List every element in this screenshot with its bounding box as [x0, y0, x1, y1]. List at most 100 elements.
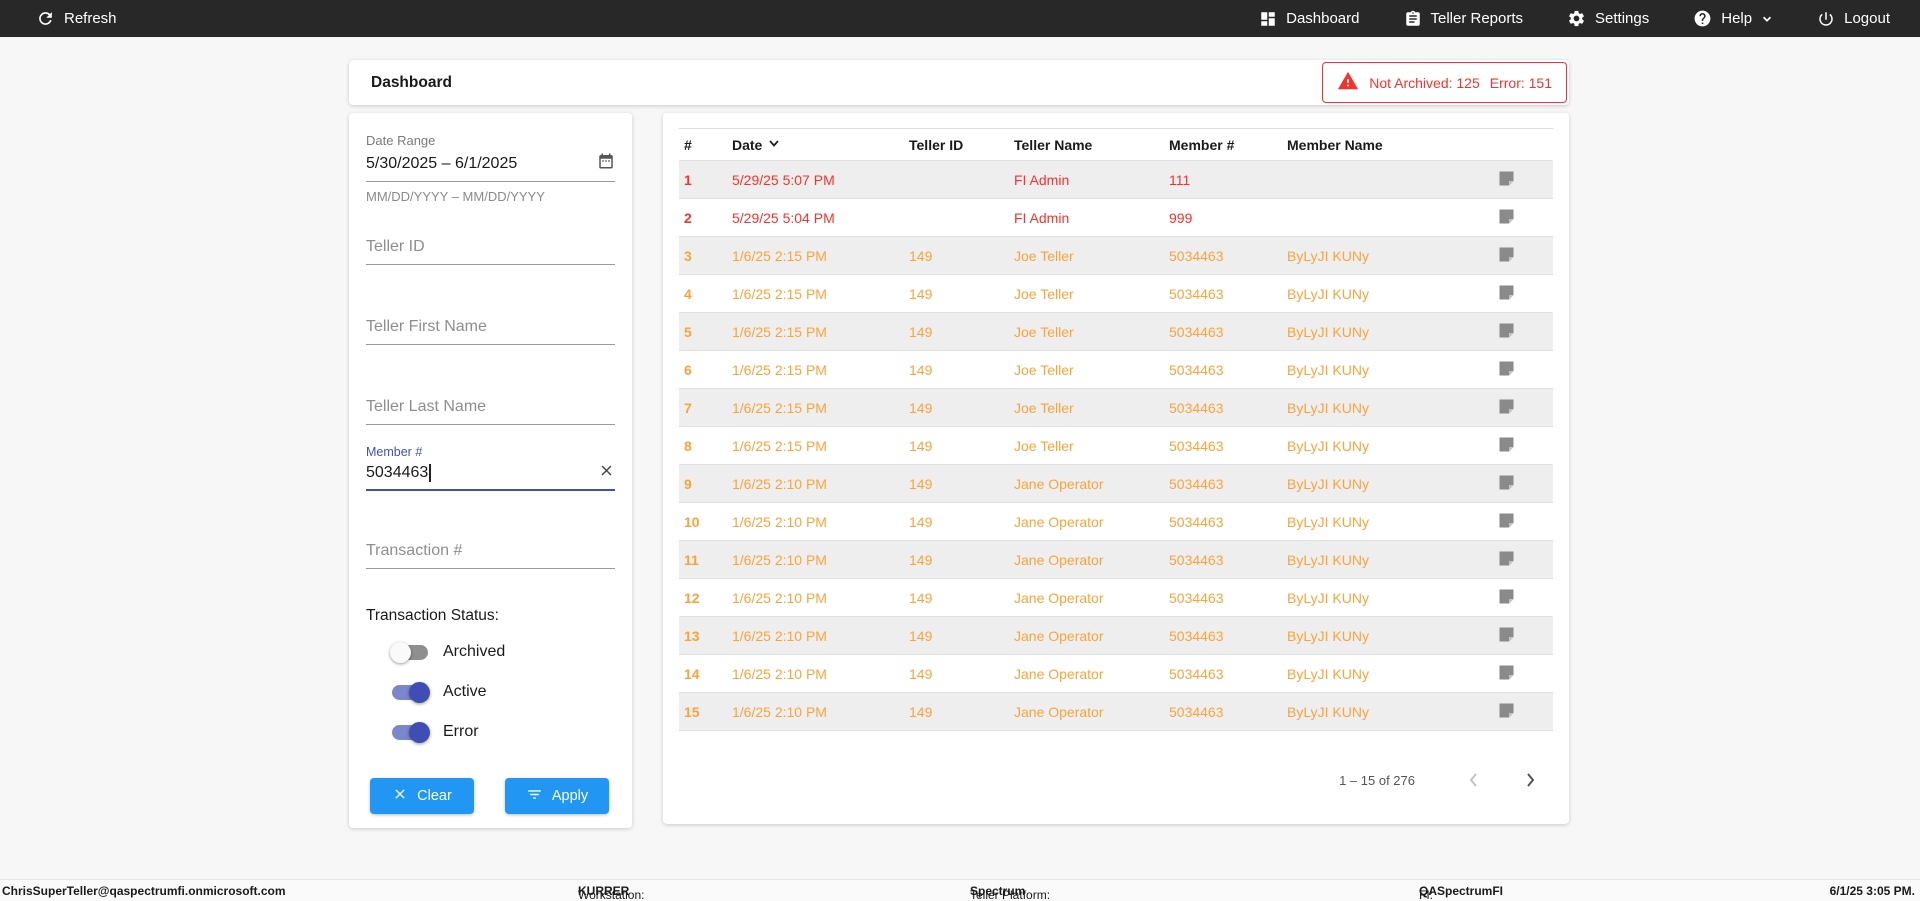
note-icon[interactable] [1498, 246, 1515, 266]
table-row[interactable]: 10 1/6/25 2:10 PM 149 Jane Operator 5034… [679, 503, 1553, 541]
clear-button-label: Clear [417, 788, 452, 804]
archived-switch[interactable] [390, 641, 428, 663]
transaction-status-label: Transaction Status: [366, 607, 499, 624]
teller-last-name-input[interactable] [366, 392, 615, 425]
col-header-member-name[interactable]: Member Name [1282, 137, 1486, 153]
note-icon[interactable] [1498, 550, 1515, 570]
warning-triangle-icon [1337, 70, 1359, 95]
nav-settings[interactable]: Settings [1567, 9, 1649, 28]
chevron-down-icon [1761, 13, 1773, 25]
prev-page-button[interactable] [1461, 767, 1487, 793]
workstation-status: Workstation: KURRER [578, 884, 645, 901]
status-bar: ChrisSuperTeller@qaspectrumfi.onmicrosof… [0, 879, 1920, 901]
archived-toggle-label: Archived [443, 643, 506, 660]
table-row[interactable]: 6 1/6/25 2:15 PM 149 Joe Teller 5034463 … [679, 351, 1553, 389]
active-toggle-label: Active [443, 683, 487, 700]
nav-logout[interactable]: Logout [1817, 10, 1890, 28]
nav-teller-reports[interactable]: Teller Reports [1404, 10, 1523, 28]
table-row[interactable]: 9 1/6/25 2:10 PM 149 Jane Operator 50344… [679, 465, 1553, 503]
note-icon[interactable] [1498, 626, 1515, 646]
table-body: 1 5/29/25 5:07 PM FI Admin 111 2 5/29/25 [679, 161, 1553, 731]
note-icon[interactable] [1498, 664, 1515, 684]
close-icon[interactable] [598, 462, 615, 484]
note-icon[interactable] [1498, 398, 1515, 418]
table-row[interactable]: 3 1/6/25 2:15 PM 149 Joe Teller 5034463 … [679, 237, 1553, 275]
col-header-num: # [684, 136, 692, 153]
transaction-number-input[interactable] [366, 536, 615, 569]
date-range-label: Date Range [366, 133, 436, 148]
note-icon[interactable] [1498, 474, 1515, 494]
help-icon [1693, 9, 1712, 28]
refresh-button[interactable]: Refresh [36, 9, 117, 28]
table-row[interactable]: 14 1/6/25 2:10 PM 149 Jane Operator 5034… [679, 655, 1553, 693]
nav-logout-label: Logout [1844, 10, 1890, 27]
teller-first-name-input[interactable] [366, 312, 615, 345]
page-header-card: Dashboard Not Archived: 125 Error: 151 [349, 60, 1569, 105]
teller-reports-icon [1404, 10, 1422, 28]
refresh-icon [36, 9, 55, 28]
table-row[interactable]: 8 1/6/25 2:15 PM 149 Joe Teller 5034463 … [679, 427, 1553, 465]
table-row[interactable]: 7 1/6/25 2:15 PM 149 Joe Teller 5034463 … [679, 389, 1553, 427]
toggle-active[interactable]: Active [392, 679, 615, 705]
note-icon[interactable] [1498, 512, 1515, 532]
toggle-error[interactable]: Error [392, 719, 615, 745]
apply-button[interactable]: Apply [505, 778, 609, 814]
date-range-field[interactable]: Date Range 5/30/2025 – 6/1/2025 MM/DD/YY… [366, 133, 615, 204]
table-row[interactable]: 1 5/29/25 5:07 PM FI Admin 111 [679, 161, 1553, 199]
note-icon[interactable] [1498, 588, 1515, 608]
date-range-value[interactable]: 5/30/2025 – 6/1/2025 [366, 155, 517, 173]
table-row[interactable]: 15 1/6/25 2:10 PM 149 Jane Operator 5034… [679, 693, 1553, 731]
dashboard-icon [1259, 10, 1277, 28]
gear-icon [1567, 9, 1586, 28]
note-icon[interactable] [1498, 322, 1515, 342]
nav-dashboard-label: Dashboard [1286, 10, 1360, 27]
note-icon[interactable] [1498, 360, 1515, 380]
power-icon [1817, 10, 1835, 28]
col-header-date[interactable]: Date [727, 136, 904, 153]
transactions-table-card: # Date Teller ID Teller Name Member # Me… [663, 113, 1569, 824]
note-icon[interactable] [1498, 284, 1515, 304]
pagination: 1 – 15 of 276 [1339, 767, 1543, 793]
table-row[interactable]: 11 1/6/25 2:10 PM 149 Jane Operator 5034… [679, 541, 1553, 579]
table-row[interactable]: 5 1/6/25 2:15 PM 149 Joe Teller 5034463 … [679, 313, 1553, 351]
alert-not-archived-count: Not Archived: 125 [1369, 74, 1480, 91]
top-navigation-bar: Refresh Dashboard Teller Reports Setting… [0, 0, 1920, 37]
platform-status: Teller Platform: Spectrum [970, 884, 1051, 901]
next-page-button[interactable] [1517, 767, 1543, 793]
logged-in-user: ChrisSuperTeller@qaspectrumfi.onmicrosof… [2, 884, 286, 898]
content-area: Dashboard Not Archived: 125 Error: 151 D… [349, 60, 1569, 828]
col-header-teller-name[interactable]: Teller Name [1009, 137, 1164, 153]
table-row[interactable]: 13 1/6/25 2:10 PM 149 Jane Operator 5034… [679, 617, 1553, 655]
date-range-helper: MM/DD/YYYY – MM/DD/YYYY [366, 189, 545, 204]
nav-dashboard[interactable]: Dashboard [1259, 10, 1360, 28]
col-header-teller-id[interactable]: Teller ID [904, 137, 1009, 153]
clear-button[interactable]: Clear [370, 778, 474, 814]
note-icon[interactable] [1498, 436, 1515, 456]
active-switch[interactable] [392, 681, 430, 703]
alert-error-count: Error: 151 [1489, 74, 1552, 91]
calendar-icon[interactable] [597, 152, 615, 175]
filter-icon [526, 786, 543, 807]
member-number-field[interactable]: Member # 5034463 [366, 445, 615, 491]
error-toggle-label: Error [443, 723, 479, 740]
table-row[interactable]: 12 1/6/25 2:10 PM 149 Jane Operator 5034… [679, 579, 1553, 617]
filter-panel: Date Range 5/30/2025 – 6/1/2025 MM/DD/YY… [349, 113, 632, 828]
note-icon[interactable] [1498, 702, 1515, 722]
note-icon[interactable] [1498, 208, 1515, 228]
status-alert-badge[interactable]: Not Archived: 125 Error: 151 [1322, 62, 1567, 103]
pagination-range: 1 – 15 of 276 [1339, 772, 1415, 788]
toggle-archived[interactable]: Archived [390, 639, 615, 665]
text-cursor [429, 464, 431, 482]
teller-id-input[interactable] [366, 232, 615, 265]
nav-help[interactable]: Help [1693, 9, 1773, 28]
refresh-label: Refresh [64, 10, 117, 27]
col-header-member-num[interactable]: Member # [1164, 137, 1282, 153]
member-number-label: Member # [366, 445, 423, 459]
apply-button-label: Apply [551, 788, 589, 804]
member-number-value[interactable]: 5034463 [366, 464, 428, 482]
table-row[interactable]: 2 5/29/25 5:04 PM FI Admin 999 [679, 199, 1553, 237]
table-header-row: # Date Teller ID Teller Name Member # Me… [679, 128, 1553, 161]
note-icon[interactable] [1498, 170, 1515, 190]
error-switch[interactable] [392, 721, 430, 743]
table-row[interactable]: 4 1/6/25 2:15 PM 149 Joe Teller 5034463 … [679, 275, 1553, 313]
